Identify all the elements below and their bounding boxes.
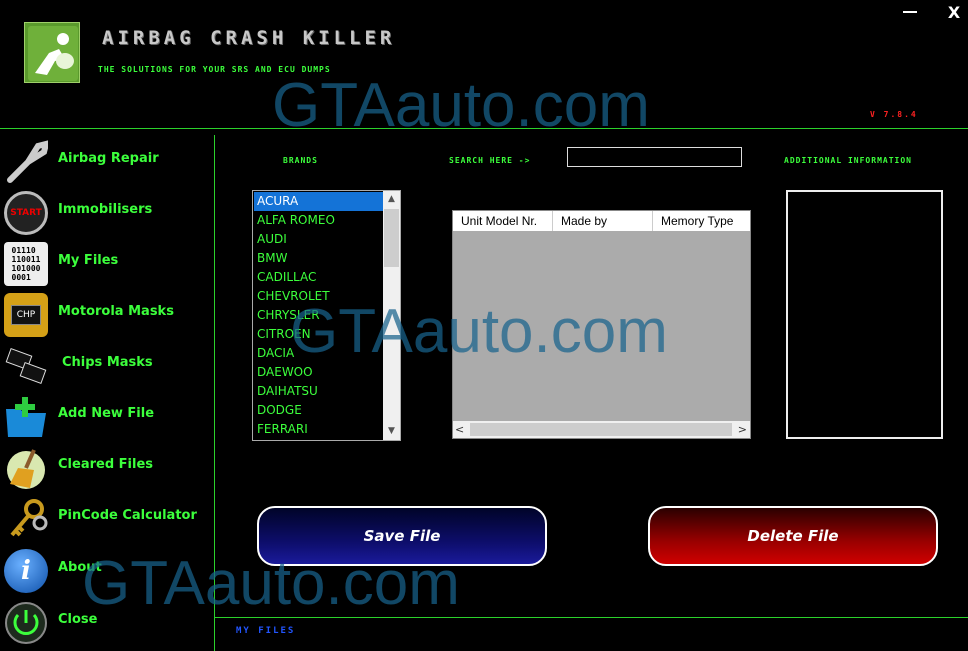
scroll-right-arrow-icon[interactable]: > bbox=[738, 421, 747, 438]
brand-item-citroen[interactable]: CITROEN bbox=[254, 325, 383, 344]
sidebar-item-label: Immobilisers bbox=[58, 202, 153, 217]
header-divider bbox=[0, 128, 968, 129]
sidebar-item-label: Add New File bbox=[58, 406, 155, 421]
sidebar-item-chips-masks[interactable]: Chips Masks bbox=[0, 340, 210, 390]
start-button-icon: START bbox=[4, 191, 48, 235]
grid-horizontal-scrollbar[interactable]: < > bbox=[453, 421, 750, 438]
keys-icon bbox=[4, 497, 48, 541]
grid-column-memory-type[interactable]: Memory Type bbox=[653, 211, 750, 231]
additional-info-box bbox=[786, 190, 943, 439]
app-title: AIRBAG CRASH KILLER bbox=[102, 27, 396, 49]
brand-item-chrysler[interactable]: CHRYSLER bbox=[254, 306, 383, 325]
status-divider bbox=[214, 617, 968, 618]
brand-item-audi[interactable]: AUDI bbox=[254, 230, 383, 249]
sidebar-item-label: Chips Masks bbox=[62, 355, 153, 370]
sidebar-item-label: Cleared Files bbox=[58, 457, 153, 472]
additional-info-label: ADDITIONAL INFORMATION bbox=[784, 156, 912, 165]
brand-item-daewoo[interactable]: DAEWOO bbox=[254, 363, 383, 382]
grid-column-unit-model[interactable]: Unit Model Nr. bbox=[453, 211, 553, 231]
power-icon bbox=[4, 601, 48, 645]
brand-item-bmw[interactable]: BMW bbox=[254, 249, 383, 268]
brand-item-chevrolet[interactable]: CHEVROLET bbox=[254, 287, 383, 306]
sidebar-item-airbag-repair[interactable]: Airbag Repair bbox=[0, 136, 210, 186]
sidebar-item-cleared-files[interactable]: Cleared Files bbox=[0, 442, 210, 492]
version-label: V 7.8.4 bbox=[870, 110, 918, 119]
app-subtitle: THE SOLUTIONS FOR YOUR SRS AND ECU DUMPS bbox=[98, 65, 331, 74]
info-icon: i bbox=[4, 549, 48, 593]
sidebar-item-label: Airbag Repair bbox=[58, 151, 159, 166]
sidebar-item-label: Motorola Masks bbox=[58, 304, 174, 319]
app-logo bbox=[24, 22, 80, 83]
brand-item-cadillac[interactable]: CADILLAC bbox=[254, 268, 383, 287]
watermark-text: GTAauto.com bbox=[272, 71, 650, 140]
sidebar-item-label: My Files bbox=[58, 253, 119, 268]
search-label: SEARCH HERE -> bbox=[449, 156, 531, 165]
binary-file-icon: 01110 110011 101000 0001 bbox=[4, 242, 48, 286]
save-file-button[interactable]: Save File bbox=[257, 506, 547, 566]
brand-item-ferrari[interactable]: FERRARI bbox=[254, 420, 383, 439]
brands-label: BRANDS bbox=[283, 156, 318, 165]
wrench-icon bbox=[4, 140, 48, 184]
units-grid[interactable]: Unit Model Nr. Made by Memory Type < > bbox=[452, 210, 751, 439]
sidebar-item-label: PinCode Calculator bbox=[58, 508, 197, 523]
sidebar-item-add-new-file[interactable]: Add New File bbox=[0, 391, 210, 441]
scroll-left-arrow-icon[interactable]: < bbox=[455, 421, 464, 438]
sidebar-item-pincode-calculator[interactable]: PinCode Calculator bbox=[0, 493, 210, 543]
scroll-down-arrow-icon[interactable]: ▼ bbox=[383, 423, 400, 440]
sidebar-item-about[interactable]: i About bbox=[0, 545, 210, 595]
grid-scroll-thumb[interactable] bbox=[470, 423, 732, 436]
brand-item-dacia[interactable]: DACIA bbox=[254, 344, 383, 363]
scroll-thumb[interactable] bbox=[384, 209, 399, 267]
brand-item-alfa-romeo[interactable]: ALFA ROMEO bbox=[254, 211, 383, 230]
sidebar-item-immobilisers[interactable]: START Immobilisers bbox=[0, 187, 210, 237]
sidebar-item-motorola-masks[interactable]: CHP Motorola Masks bbox=[0, 289, 210, 339]
status-text: MY FILES bbox=[236, 626, 296, 636]
brand-list[interactable]: ACURA ALFA ROMEO AUDI BMW CADILLAC CHEVR… bbox=[252, 190, 401, 441]
sidebar-divider bbox=[214, 135, 215, 651]
close-window-button[interactable]: X bbox=[944, 3, 964, 22]
brand-item-dodge[interactable]: DODGE bbox=[254, 401, 383, 420]
ic-chips-icon bbox=[4, 344, 48, 388]
brand-list-scrollbar[interactable]: ▲ ▼ bbox=[383, 191, 400, 440]
grid-column-made-by[interactable]: Made by bbox=[553, 211, 653, 231]
info-glyph: i bbox=[21, 556, 31, 586]
scroll-up-arrow-icon[interactable]: ▲ bbox=[383, 191, 400, 208]
broom-icon bbox=[4, 446, 48, 490]
grid-header: Unit Model Nr. Made by Memory Type bbox=[453, 211, 750, 231]
delete-file-button[interactable]: Delete File bbox=[648, 506, 938, 566]
sidebar-item-my-files[interactable]: 01110 110011 101000 0001 My Files bbox=[0, 238, 210, 288]
minimize-button[interactable] bbox=[900, 4, 920, 16]
sidebar-item-close[interactable]: Close bbox=[0, 597, 210, 647]
sidebar-item-label: Close bbox=[58, 612, 98, 627]
chip-icon: CHP bbox=[4, 293, 48, 337]
sidebar-item-label: About bbox=[58, 560, 102, 575]
chip-text: CHP bbox=[10, 305, 42, 325]
add-folder-icon bbox=[4, 395, 48, 439]
start-button-text: START bbox=[10, 208, 42, 218]
brand-item-daihatsu[interactable]: DAIHATSU bbox=[254, 382, 383, 401]
search-input[interactable] bbox=[567, 147, 742, 167]
binary-file-text: 01110 110011 101000 0001 bbox=[11, 246, 41, 282]
brand-item-acura[interactable]: ACURA bbox=[254, 192, 383, 211]
